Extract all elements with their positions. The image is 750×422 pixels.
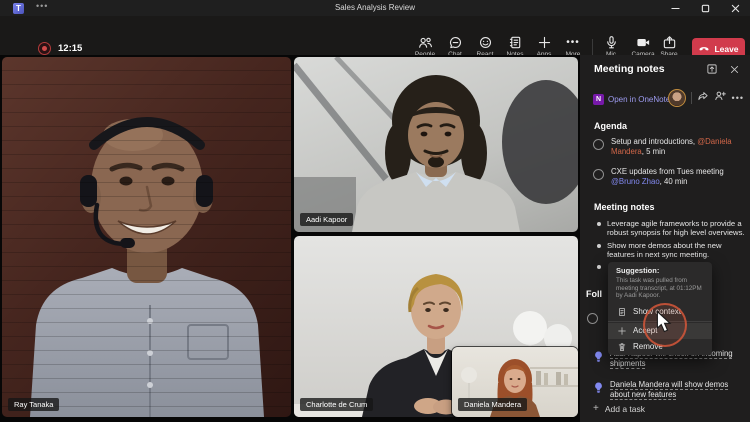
mouse-cursor xyxy=(656,311,672,333)
chat-icon xyxy=(438,35,472,50)
facepile-divider xyxy=(690,92,692,104)
lightbulb-icon xyxy=(592,381,605,394)
video-tile-aadi-kapoor[interactable]: Aadi Kapoor xyxy=(294,57,578,232)
meeting-timer: 12:15 xyxy=(58,43,83,54)
note-bullet: Leverage agile frameworks to provide a r… xyxy=(607,219,745,238)
mic-icon xyxy=(594,35,628,50)
agenda-item: Setup and introductions, @Daniela Mander… xyxy=(611,137,732,156)
teams-meeting-window: T ••• Sales Analysis Review 12:15 People… xyxy=(0,0,750,422)
agenda-checkbox[interactable] xyxy=(593,139,604,150)
video-tile-daniela-mandera-pip[interactable]: Daniela Mandera xyxy=(452,347,578,417)
mention-bruno[interactable]: @Bruno Zhao xyxy=(611,177,660,186)
video-tile-ray-tanaka[interactable]: Ray Tanaka xyxy=(2,57,291,417)
task-link[interactable]: Daniela Mandera will show demos about ne… xyxy=(610,380,746,400)
suggestion-title: Suggestion: xyxy=(616,266,660,275)
react-icon xyxy=(468,35,502,50)
add-people-icon[interactable] xyxy=(714,89,727,107)
popout-icon[interactable] xyxy=(706,62,718,80)
window-title: Sales Analysis Review xyxy=(334,3,416,12)
followup-heading-partial: Foll xyxy=(586,289,602,299)
open-in-onenote-link[interactable]: N Open in OneNote xyxy=(593,94,670,105)
note-bullet: Show more demos about the new features i… xyxy=(607,241,722,260)
suggestion-description: This task was pulled from meeting transc… xyxy=(616,277,702,300)
video-stage: Ray Tanaka Aadi Kapoor Charlotte de Crum… xyxy=(0,55,580,422)
plus-icon xyxy=(618,327,626,335)
close-panel-icon[interactable] xyxy=(729,62,740,80)
titlebar: T ••• Sales Analysis Review xyxy=(0,0,750,16)
bullet-dot xyxy=(597,222,601,226)
panel-more-icon[interactable]: ••• xyxy=(732,93,744,103)
document-icon xyxy=(619,307,625,316)
add-a-task-button[interactable]: + Add a task xyxy=(593,403,645,414)
followup-checkbox[interactable] xyxy=(587,313,598,324)
share-notes-icon[interactable] xyxy=(697,89,709,107)
onenote-icon: N xyxy=(593,94,604,105)
panel-title: Meeting notes xyxy=(594,63,665,75)
hangup-icon xyxy=(698,42,710,56)
maximize-button[interactable] xyxy=(690,0,720,16)
people-icon xyxy=(408,35,442,50)
close-button[interactable] xyxy=(720,0,750,16)
share-icon xyxy=(652,35,686,50)
plus-icon: + xyxy=(593,403,599,414)
recording-indicator-icon xyxy=(38,42,51,55)
participant-name-label: Ray Tanaka xyxy=(8,398,60,411)
agenda-item: CXE updates from Tues meeting @Bruno Zha… xyxy=(611,167,724,186)
participant-name-label: Daniela Mandera xyxy=(458,398,528,411)
ray-tanaka-portrait xyxy=(30,117,264,417)
meeting-notes-heading: Meeting notes xyxy=(594,202,655,212)
participant-name-label: Charlotte de Crum xyxy=(300,398,374,411)
participant-name-label: Aadi Kapoor xyxy=(300,213,354,226)
agenda-heading: Agenda xyxy=(594,121,628,131)
bullet-dot xyxy=(597,265,601,269)
trash-icon xyxy=(618,343,626,351)
lightbulb-icon xyxy=(592,350,605,363)
more-dots-icon: ••• xyxy=(566,37,580,48)
bullet-dot xyxy=(597,244,601,248)
meeting-notes-panel: Meeting notes N Open in OneNote ••• Agen… xyxy=(580,55,750,422)
aadi-kapoor-portrait xyxy=(294,57,578,232)
avatar[interactable] xyxy=(667,89,686,107)
meeting-toolbar: 12:15 People Chat React Notes Apps ••• M… xyxy=(0,16,750,61)
leave-label: Leave xyxy=(714,44,739,54)
agenda-checkbox[interactable] xyxy=(593,169,604,180)
minimize-button[interactable] xyxy=(660,0,690,16)
